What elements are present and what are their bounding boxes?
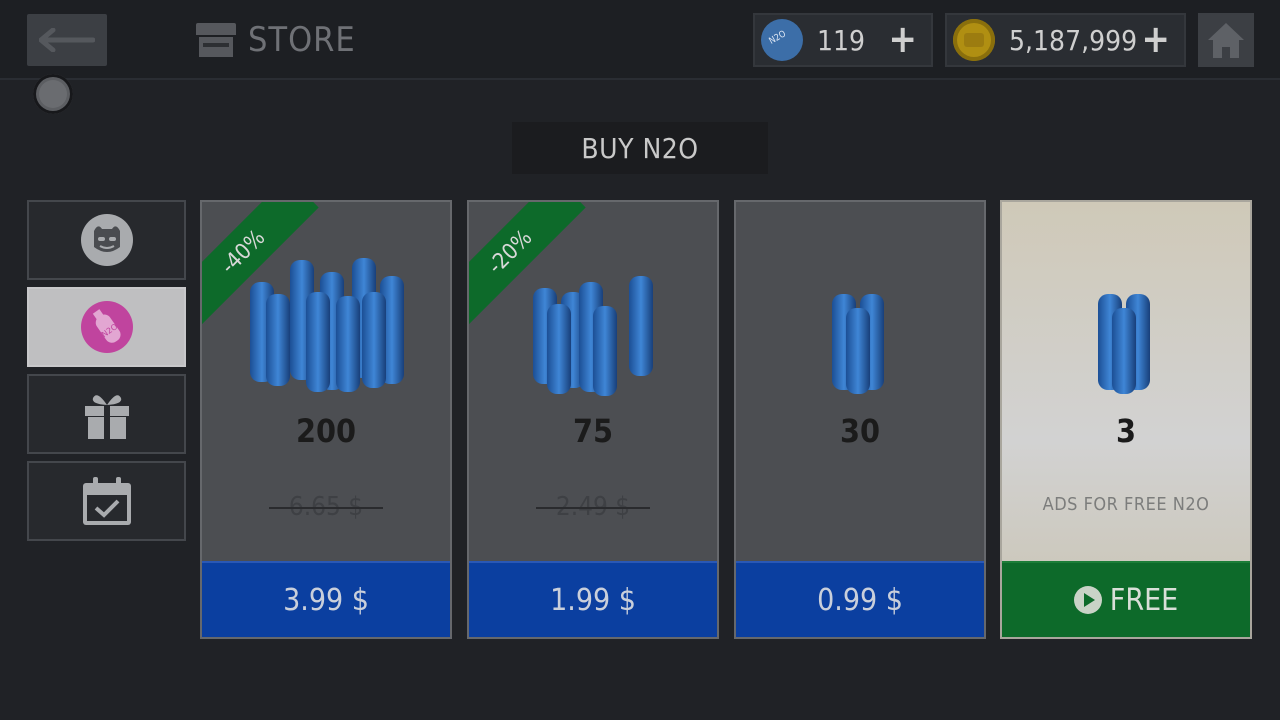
offer-card-200[interactable]: -40% 200 6.65 $ 3.99 $: [200, 200, 452, 639]
page-title: STORE: [196, 18, 356, 62]
buy-button-75[interactable]: 1.99 $: [469, 561, 717, 637]
offer-amount: 30: [839, 412, 881, 450]
offer-amount: 200: [295, 412, 357, 450]
gold-balance: 5,187,999 +: [945, 13, 1186, 67]
free-label: FREE: [1109, 582, 1179, 618]
offer-card-30[interactable]: 30 0.99 $: [734, 200, 986, 639]
tab-gifts[interactable]: [27, 374, 186, 454]
floating-cursor-dot[interactable]: [33, 74, 73, 114]
home-button[interactable]: [1198, 13, 1254, 67]
n2o-bottles-cluster-icon: [1098, 294, 1150, 394]
buy-button-30[interactable]: 0.99 $: [736, 561, 984, 637]
section-heading: BUY N2O: [512, 122, 768, 174]
tab-characters[interactable]: [27, 200, 186, 280]
n2o-balance-value: 119: [817, 23, 866, 57]
add-gold-button[interactable]: +: [1141, 17, 1170, 61]
home-icon: [1208, 23, 1244, 58]
offer-card-free[interactable]: 3 ADS FOR FREE N2O FREE: [1000, 200, 1252, 639]
devil-mask-icon: [80, 214, 133, 266]
tab-daily[interactable]: [27, 461, 186, 541]
gift-icon: [84, 395, 129, 439]
add-n2o-button[interactable]: +: [888, 17, 917, 61]
ads-note: ADS FOR FREE N2O: [1042, 494, 1210, 515]
n2o-bottle-icon: N2O: [80, 301, 133, 353]
tab-n2o[interactable]: N2O: [27, 287, 186, 367]
n2o-bottles-cluster-icon: [832, 294, 884, 394]
gold-coin-icon: [953, 19, 995, 61]
offer-card-75[interactable]: -20% 75 2.49 $ 1.99 $: [467, 200, 719, 639]
calendar-check-icon: [82, 477, 131, 525]
old-price: 2.49 $: [469, 492, 717, 522]
watch-ad-button[interactable]: FREE: [1002, 561, 1250, 637]
gold-balance-value: 5,187,999: [1009, 23, 1138, 57]
n2o-bottle-icon: [761, 19, 803, 61]
buy-button-200[interactable]: 3.99 $: [202, 561, 450, 637]
old-price: 6.65 $: [202, 492, 450, 522]
back-button[interactable]: [27, 14, 107, 66]
play-icon: [1073, 586, 1102, 614]
arrow-left-icon: [39, 28, 95, 52]
offer-amount: 3: [1115, 412, 1137, 450]
offer-amount: 75: [572, 412, 614, 450]
store-icon: [196, 23, 236, 57]
n2o-balance: 119 +: [753, 13, 933, 67]
page-title-label: STORE: [248, 20, 356, 60]
